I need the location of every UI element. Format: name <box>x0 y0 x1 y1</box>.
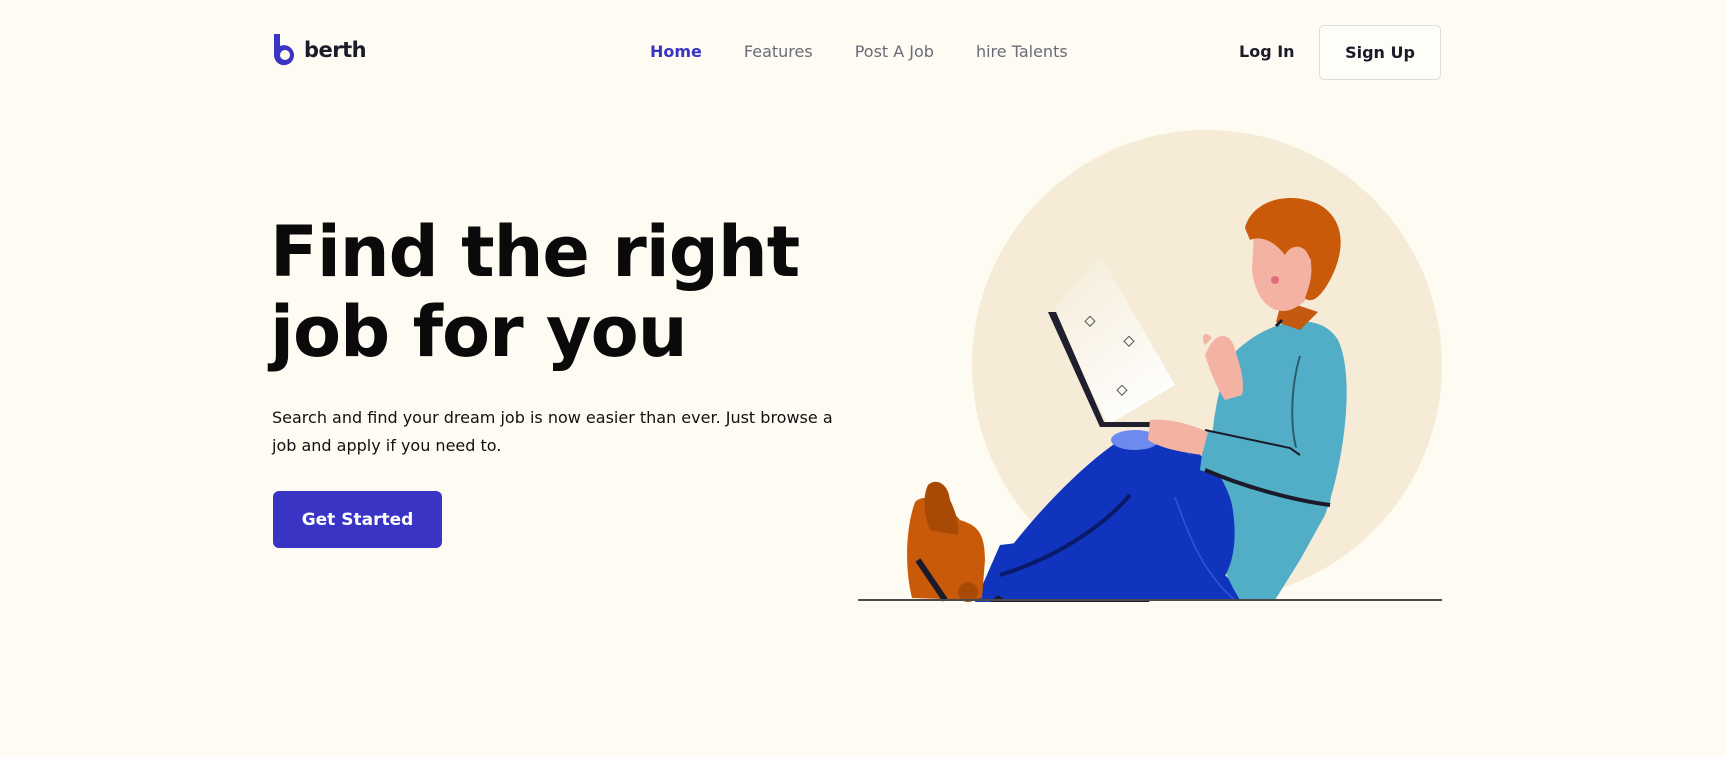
shoes <box>907 481 985 602</box>
hand-typing <box>1148 419 1208 455</box>
nav-hire-talents[interactable]: hire Talents <box>976 42 1068 61</box>
torso <box>1208 321 1347 600</box>
login-link[interactable]: Log In <box>1239 42 1295 61</box>
person-with-laptop-illustration <box>858 130 1442 602</box>
signup-button[interactable]: Sign Up <box>1319 25 1441 80</box>
backdrop-circle <box>972 130 1442 600</box>
hero-subtext: Search and find your dream job is now ea… <box>272 408 833 455</box>
hero-headline: Find the right job for you <box>270 212 830 372</box>
main-nav: Home Features Post A Job hire Talents <box>650 42 1068 61</box>
headline-line-1: Find the right <box>270 211 800 293</box>
front-leg <box>983 436 1235 600</box>
sparkle-icons <box>1084 315 1135 396</box>
nav-features[interactable]: Features <box>744 42 813 61</box>
nav-home[interactable]: Home <box>650 42 702 61</box>
headline-line-2: job for you <box>270 291 688 373</box>
back-leg <box>975 520 1250 602</box>
head <box>1245 198 1341 311</box>
berth-logo-icon <box>273 34 294 66</box>
brand-logo[interactable]: berth <box>272 34 367 66</box>
arm <box>1200 430 1335 505</box>
hand-raised <box>1205 335 1243 400</box>
nav-post-a-job[interactable]: Post A Job <box>855 42 934 61</box>
brand-name: berth <box>304 38 367 62</box>
laptop <box>1048 312 1175 427</box>
get-started-button[interactable]: Get Started <box>273 491 442 548</box>
laptop-glow <box>1052 255 1175 425</box>
